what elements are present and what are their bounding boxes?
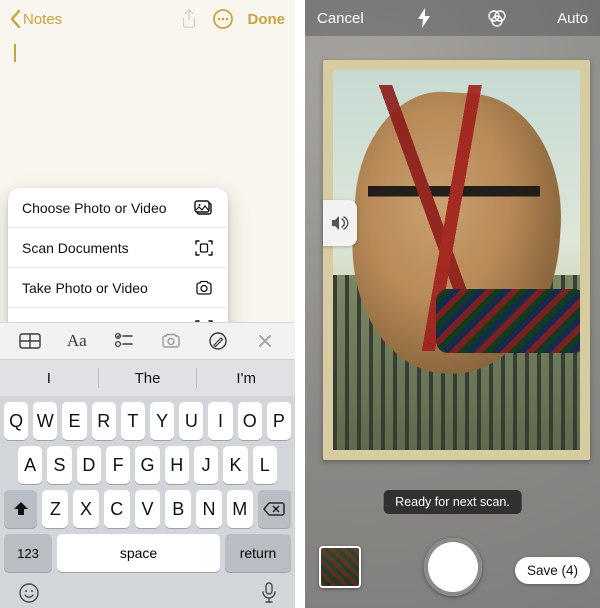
key-j[interactable]: J [194,446,218,484]
key-l[interactable]: L [253,446,277,484]
key-d[interactable]: D [77,446,101,484]
menu-item-take-photo[interactable]: Take Photo or Video [8,268,228,308]
menu-item-label: Choose Photo or Video [22,200,167,216]
share-icon [180,9,198,29]
scan-status-toast: Ready for next scan. [383,490,522,514]
key-r[interactable]: R [92,402,116,440]
emoji-icon [18,582,40,604]
key-z[interactable]: Z [42,490,68,528]
suggestion-2[interactable]: I'm [197,360,295,396]
auto-mode-button[interactable]: Auto [557,10,588,27]
markup-button[interactable] [198,331,238,351]
key-v[interactable]: V [135,490,161,528]
key-o[interactable]: O [238,402,262,440]
key-f[interactable]: F [106,446,130,484]
key-u[interactable]: U [179,402,203,440]
close-toolbar-button[interactable] [245,334,285,348]
text-format-button[interactable]: Aa [57,331,97,351]
doc-scan-icon [194,239,214,257]
key-123[interactable]: 123 [4,534,52,572]
scanner-navbar: Cancel Auto [305,0,600,36]
menu-item-scan-documents[interactable]: Scan Documents [8,228,228,268]
key-h[interactable]: H [165,446,189,484]
note-format-toolbar: Aa [0,322,295,360]
key-x[interactable]: X [73,490,99,528]
filter-button[interactable] [483,8,511,28]
notes-navbar: Notes Done [0,0,295,38]
key-i[interactable]: I [208,402,232,440]
table-icon [19,333,41,349]
flash-icon [417,8,431,28]
key-return[interactable]: return [225,534,291,572]
ios-keyboard: I The I'm Q W E R T Y U I O P A S [0,360,295,608]
key-space[interactable]: space [57,534,220,572]
key-g[interactable]: G [135,446,159,484]
scan-preview [323,60,590,460]
shutter-button[interactable] [424,538,482,596]
save-button[interactable]: Save (4) [515,557,590,584]
checklist-icon [114,332,134,350]
menu-item-label: Take Photo or Video [22,280,148,296]
camera-icon [160,333,182,349]
key-a[interactable]: A [18,446,42,484]
scanner-controls: Save (4) [305,526,600,608]
key-shift[interactable] [4,490,37,528]
back-label: Notes [23,11,62,28]
microphone-icon [261,582,277,604]
back-button[interactable]: Notes [10,10,62,28]
share-button[interactable] [180,9,198,29]
filters-icon [487,8,507,28]
table-button[interactable] [10,333,50,349]
ellipsis-circle-icon [212,8,234,30]
key-p[interactable]: P [267,402,291,440]
menu-item-label: Scan Documents [22,240,129,256]
menu-item-choose-photo[interactable]: Choose Photo or Video [8,188,228,228]
dictation-button[interactable] [261,582,277,608]
camera-button[interactable] [151,333,191,349]
backspace-icon [263,502,285,516]
scan-thumbnail[interactable] [319,546,361,588]
more-button[interactable] [212,8,234,30]
key-backspace[interactable] [258,490,291,528]
notes-app-screen: Notes Done Choose Photo or Video Scan D [0,0,295,608]
key-s[interactable]: S [47,446,71,484]
key-q[interactable]: Q [4,402,28,440]
key-m[interactable]: M [227,490,253,528]
suggestion-1[interactable]: The [99,360,197,396]
key-w[interactable]: W [33,402,57,440]
flash-button[interactable] [410,8,438,28]
cancel-button[interactable]: Cancel [317,10,364,27]
markup-icon [208,331,228,351]
key-y[interactable]: Y [150,402,174,440]
document-scanner-screen: Cancel Auto Ready for next scan. [305,0,600,608]
key-c[interactable]: C [104,490,130,528]
key-k[interactable]: K [223,446,247,484]
note-editor[interactable] [0,38,295,188]
photo-stack-icon [194,200,214,216]
shift-icon [12,501,30,517]
chevron-left-icon [10,10,21,28]
camera-icon [194,280,214,296]
suggestion-0[interactable]: I [0,360,98,396]
key-t[interactable]: T [121,402,145,440]
close-icon [258,334,272,348]
done-button[interactable]: Done [248,11,286,28]
key-e[interactable]: E [62,402,86,440]
keyboard-suggestions: I The I'm [0,360,295,396]
mute-toggle[interactable] [323,200,357,246]
checklist-button[interactable] [104,332,144,350]
emoji-button[interactable] [18,582,40,608]
text-cursor [14,44,16,62]
key-n[interactable]: N [196,490,222,528]
key-b[interactable]: B [165,490,191,528]
speaker-icon [331,215,349,231]
